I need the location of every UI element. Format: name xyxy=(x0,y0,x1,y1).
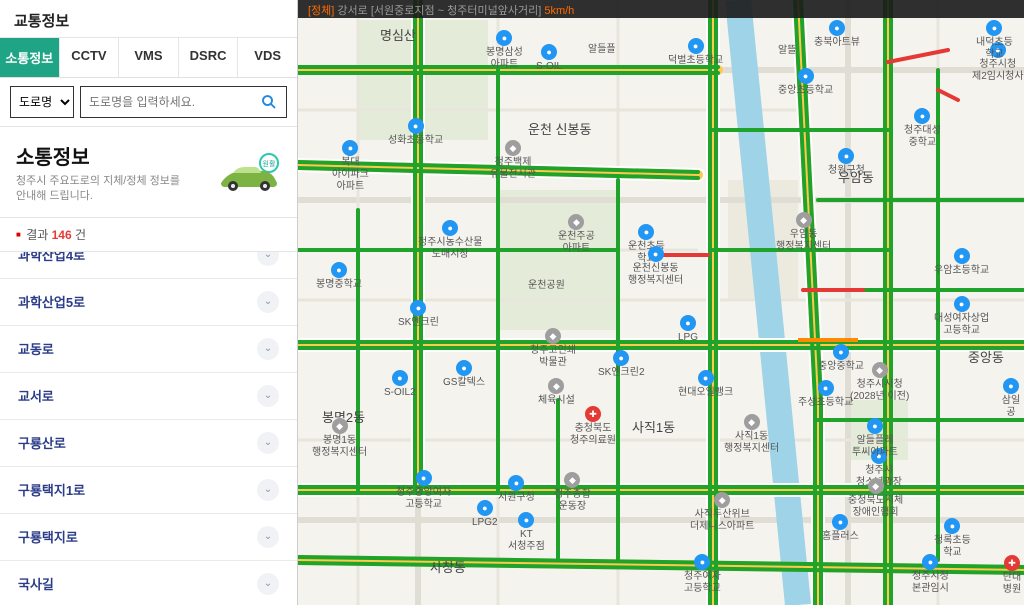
chevron-down-icon: ⌄ xyxy=(257,479,279,501)
road-name: 과학산업4로 xyxy=(18,252,85,265)
section-desc: 청주시 주요도로의 지체/정체 정보를 안내해 드립니다. xyxy=(16,174,211,205)
road-item[interactable]: 국사길 ⌄ xyxy=(0,561,297,605)
sidebar-title: 교통정보 xyxy=(0,0,297,38)
road-item[interactable]: 과학산업4로 ⌄ xyxy=(0,252,297,279)
chevron-down-icon: ⌄ xyxy=(257,573,279,595)
chevron-down-icon: ⌄ xyxy=(257,385,279,407)
road-name: 교서로 xyxy=(18,386,54,405)
chevron-down-icon: ⌄ xyxy=(257,291,279,313)
tab-dsrc[interactable]: DSRC xyxy=(179,38,239,77)
tab-cctv[interactable]: CCTV xyxy=(60,38,120,77)
search-icon xyxy=(260,93,278,111)
map-roads xyxy=(298,0,1024,605)
road-name: 구룡산로 xyxy=(18,433,66,452)
road-name: 과학산업5로 xyxy=(18,292,85,311)
map[interactable]: [정체] 강서로 [서원중로지점 ~ 청주터미널앞사거리] 5km/h xyxy=(298,0,1024,605)
chevron-down-icon: ⌄ xyxy=(257,252,279,266)
road-name: 구룡택지로 xyxy=(18,527,78,546)
tab-bar: 소통정보 CCTV VMS DSRC VDS xyxy=(0,38,297,78)
search-input[interactable] xyxy=(81,95,252,109)
car-icon: 원활 xyxy=(219,153,281,193)
chevron-down-icon: ⌄ xyxy=(257,432,279,454)
road-item[interactable]: 구룡택지1로 ⌄ xyxy=(0,467,297,514)
road-item[interactable]: 구룡산로 ⌄ xyxy=(0,420,297,467)
chevron-down-icon: ⌄ xyxy=(257,338,279,360)
tab-vds[interactable]: VDS xyxy=(238,38,297,77)
svg-text:원활: 원활 xyxy=(263,159,276,168)
road-name: 교동로 xyxy=(18,339,54,358)
tab-vms[interactable]: VMS xyxy=(119,38,179,77)
road-item[interactable]: 구룡택지로 ⌄ xyxy=(0,514,297,561)
tab-traffic-info[interactable]: 소통정보 xyxy=(0,38,60,77)
search-type-select[interactable]: 도로명 xyxy=(10,86,74,118)
section-title: 소통정보 xyxy=(16,141,211,170)
road-name: 구룡택지1로 xyxy=(18,480,85,499)
search-row: 도로명 xyxy=(0,78,297,127)
road-list[interactable]: 과학산업4로⌄ 과학산업5로⌄ 교동로⌄ 교서로⌄ 구룡산로⌄ 구룡택지1로⌄ … xyxy=(0,252,297,605)
road-item[interactable]: 교동로 ⌄ xyxy=(0,326,297,373)
section-header: 소통정보 청주시 주요도로의 지체/정체 정보를 안내해 드립니다. 원활 xyxy=(0,127,297,218)
result-count: ■ 결과 146 건 xyxy=(0,218,297,252)
sidebar: 교통정보 소통정보 CCTV VMS DSRC VDS 도로명 소통정보 청주시… xyxy=(0,0,298,605)
road-item[interactable]: 교서로 ⌄ xyxy=(0,373,297,420)
search-box xyxy=(80,86,287,118)
road-name: 국사길 xyxy=(18,574,54,593)
road-item[interactable]: 과학산업5로 ⌄ xyxy=(0,279,297,326)
search-button[interactable] xyxy=(252,87,286,117)
chevron-down-icon: ⌄ xyxy=(257,526,279,548)
traffic-ticker: [정체] 강서로 [서원중로지점 ~ 청주터미널앞사거리] 5km/h xyxy=(298,0,1024,18)
